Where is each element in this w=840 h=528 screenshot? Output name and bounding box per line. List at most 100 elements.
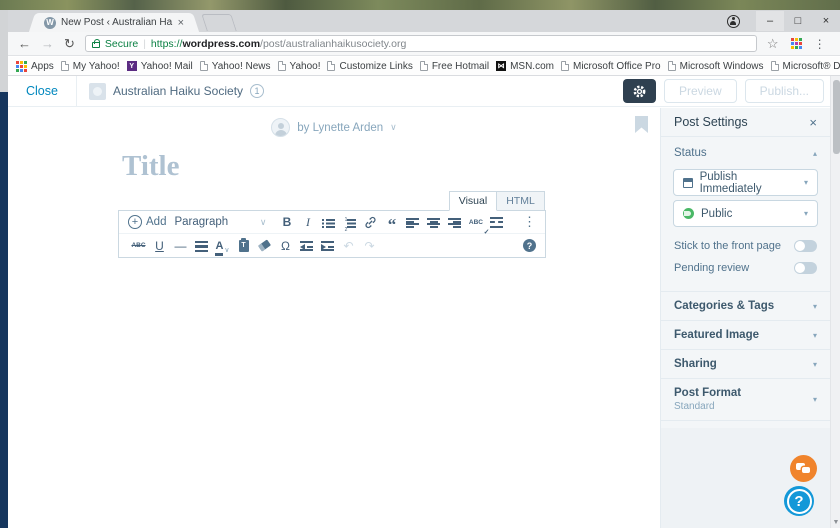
bookmark-item[interactable]: Yahoo! News	[200, 61, 271, 72]
happychat-button[interactable]	[790, 455, 817, 482]
scrollbar-down-arrow[interactable]: ▼	[831, 519, 840, 526]
bookmark-item[interactable]: Yahoo!	[278, 61, 321, 72]
window-close-button[interactable]: ×	[812, 11, 840, 31]
msn-butterfly-icon: ⋈	[496, 61, 506, 71]
italic-button[interactable]: I	[297, 212, 318, 232]
bookmark-item[interactable]: Customize Links	[327, 61, 412, 72]
page-url: https://wordpress.com/post/australianhai…	[151, 38, 406, 50]
pending-review-toggle[interactable]	[794, 262, 817, 274]
bookmark-item[interactable]: YYahoo! Mail	[127, 61, 193, 72]
desktop-left-gray	[0, 10, 8, 92]
insert-read-more-button[interactable]	[486, 212, 507, 232]
maximize-button[interactable]: □	[784, 11, 812, 31]
help-button[interactable]: ?	[784, 486, 814, 516]
sidebar-close-icon[interactable]: ×	[809, 115, 817, 130]
browser-tab[interactable]: W New Post ‹ Australian Ha ×	[38, 13, 190, 32]
secure-padlock-icon	[92, 42, 100, 48]
numbered-list-button[interactable]	[339, 212, 360, 232]
bookmark-star-icon[interactable]: ☆	[767, 36, 779, 52]
publish-button[interactable]: Publish...	[745, 79, 824, 103]
spellcheck-button[interactable]: ABC	[465, 212, 486, 232]
visibility-dropdown[interactable]: Public ▾	[673, 200, 818, 227]
extension-grid-icon[interactable]	[791, 38, 802, 49]
sticky-toggle[interactable]	[794, 240, 817, 252]
eraser-icon	[258, 239, 271, 251]
bookmark-item[interactable]: Microsoft Office Pro	[561, 61, 661, 72]
chevron-up-icon: ▴	[813, 149, 817, 158]
bookmark-item[interactable]: Microsoft Windows	[668, 61, 764, 72]
tab-close-icon[interactable]: ×	[178, 17, 184, 29]
align-center-button[interactable]	[423, 212, 444, 232]
author-avatar	[271, 118, 290, 137]
add-media-button[interactable]: + Add	[128, 215, 166, 229]
tab-visual[interactable]: Visual	[449, 191, 497, 211]
reload-icon[interactable]: ↻	[64, 36, 75, 52]
indent-icon	[321, 240, 334, 251]
plus-circle-icon: +	[128, 215, 142, 229]
apps-grid-icon	[16, 61, 27, 72]
editor-header: Close Australian Haiku Society 1 Preview…	[8, 76, 830, 107]
bookmark-item[interactable]: Microsoft® Design	[771, 61, 840, 72]
chevron-down-icon: ▾	[813, 331, 817, 340]
blockquote-button[interactable]: “	[381, 216, 402, 236]
preview-button[interactable]: Preview	[664, 79, 737, 103]
chevron-down-icon: ▾	[813, 302, 817, 311]
toolbar-help-icon[interactable]: ?	[523, 239, 536, 252]
bookmark-item[interactable]: ⋈MSN.com	[496, 61, 554, 72]
page-icon	[561, 61, 569, 71]
status-section-header[interactable]: Status ▴	[661, 137, 830, 165]
post-title-placeholder[interactable]: Title	[122, 150, 179, 183]
bookmark-item[interactable]: My Yahoo!	[61, 61, 120, 72]
browser-menu-icon[interactable]: ⋮	[814, 37, 826, 51]
strikethrough-button[interactable]: ABC	[128, 236, 149, 256]
globe-icon	[683, 208, 694, 219]
undo-button: ↶	[338, 236, 359, 256]
accordion-featured-image[interactable]: Featured Image ▾	[661, 320, 830, 349]
link-button[interactable]	[360, 212, 381, 232]
align-right-button[interactable]	[444, 212, 465, 232]
sidebar-title: Post Settings	[674, 115, 748, 129]
scrollbar-thumb[interactable]	[833, 80, 840, 154]
toolbar-more-menu-icon[interactable]: ⋮	[523, 214, 536, 230]
accordion-sharing[interactable]: Sharing ▾	[661, 349, 830, 378]
site-selector[interactable]: Australian Haiku Society 1	[89, 83, 264, 100]
outdent-icon	[300, 240, 313, 251]
tab-html[interactable]: HTML	[497, 191, 545, 211]
paste-as-text-button[interactable]: T	[233, 236, 254, 256]
bookmarks-bar: Apps My Yahoo! YYahoo! Mail Yahoo! News …	[8, 57, 840, 76]
new-tab-button[interactable]	[201, 14, 237, 31]
profile-icon[interactable]	[727, 15, 740, 28]
bookmark-item[interactable]: Free Hotmail	[420, 61, 489, 72]
address-bar[interactable]: Secure | https://wordpress.com/post/aust…	[85, 35, 757, 52]
justify-button[interactable]	[191, 236, 212, 256]
forward-icon: →	[41, 36, 54, 51]
accordion-post-format[interactable]: Post Format Standard ▾	[661, 378, 830, 420]
paragraph-format-dropdown[interactable]: Paragraph ∨	[174, 216, 266, 228]
outdent-button[interactable]	[296, 236, 317, 256]
screen: W New Post ‹ Australian Ha × – □ × ← → ↻…	[0, 0, 840, 528]
post-settings-gear-button[interactable]	[623, 79, 656, 103]
page-icon	[61, 61, 69, 71]
post-settings-sidebar: Post Settings × Status ▴ Publish Immedia…	[660, 108, 830, 528]
accordion-categories-tags[interactable]: Categories & Tags ▾	[661, 291, 830, 320]
text-color-button[interactable]: A ∨	[212, 236, 233, 256]
underline-button[interactable]: U	[149, 236, 170, 256]
back-icon[interactable]: ←	[18, 36, 31, 51]
special-character-button[interactable]: Ω	[275, 236, 296, 256]
bullet-list-button[interactable]	[318, 212, 339, 232]
indent-button[interactable]	[317, 236, 338, 256]
author-row[interactable]: by Lynette Arden ∨	[8, 118, 660, 137]
minimize-button[interactable]: –	[756, 11, 784, 31]
align-left-button[interactable]	[402, 212, 423, 232]
desktop-wallpaper-strip	[0, 0, 840, 10]
clear-formatting-button[interactable]	[254, 236, 275, 256]
justify-icon	[195, 240, 208, 251]
close-editor-button[interactable]: Close	[8, 76, 77, 106]
apps-shortcut[interactable]: Apps	[16, 61, 54, 72]
chevron-down-icon: ▾	[813, 360, 817, 369]
publish-schedule-dropdown[interactable]: Publish Immediately ▾	[673, 169, 818, 196]
bold-button[interactable]: B	[276, 212, 297, 232]
horizontal-rule-button[interactable]: —	[170, 236, 191, 256]
page-scrollbar[interactable]: ▼	[830, 76, 840, 528]
sticky-toggle-row: Stick to the front page	[661, 235, 830, 257]
